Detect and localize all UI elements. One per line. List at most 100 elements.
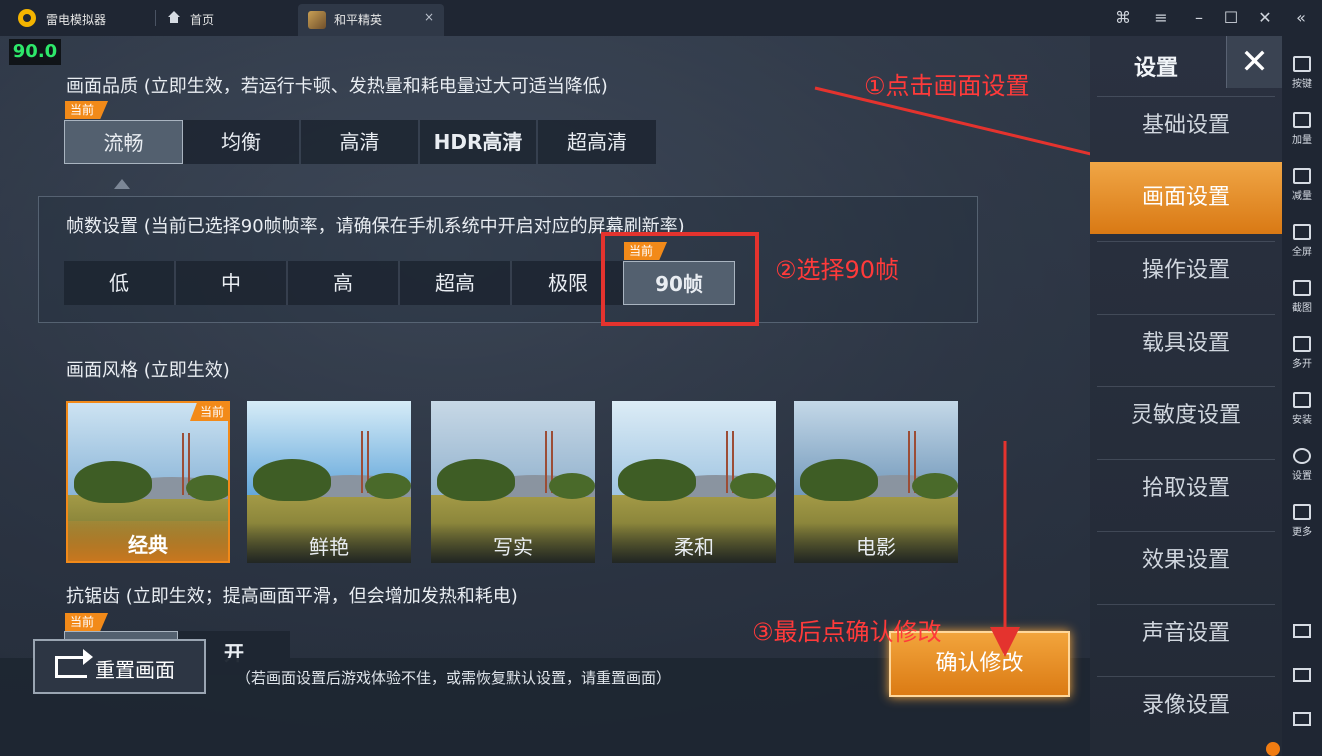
style-label-realistic: 写实	[431, 523, 595, 563]
volume-down-icon	[1293, 168, 1311, 184]
maximize-icon[interactable]: ☐	[1220, 7, 1242, 29]
game-tab[interactable]: 和平精英 ×	[298, 4, 444, 36]
style-title: 画面风格 (立即生效)	[66, 360, 230, 381]
quality-option-hdr[interactable]: HDR高清	[420, 120, 538, 164]
fullscreen-icon	[1293, 224, 1311, 240]
fullscreen-button[interactable]: 全屏	[1282, 216, 1322, 272]
style-card-classic[interactable]: 当前 经典	[66, 401, 230, 563]
keyboard-icon	[1293, 56, 1311, 72]
nav-item-controls[interactable]: 操作设置	[1097, 241, 1275, 299]
annotation-step-2: ②选择90帧	[775, 256, 900, 284]
emulator-toolbar: 按键 加量 减量 全屏 截图 多开 安装 设置 更多	[1282, 36, 1322, 756]
back-icon[interactable]	[1293, 624, 1311, 638]
android-home-icon[interactable]	[1293, 668, 1311, 682]
multi-instance-icon	[1293, 336, 1311, 352]
install-icon	[1293, 392, 1311, 408]
framerate-option-low[interactable]: 低	[64, 261, 176, 305]
gamepad-icon[interactable]: ⌘	[1112, 7, 1134, 29]
nav-item-recording[interactable]: 录像设置	[1097, 676, 1275, 734]
annotation-step-1: ①点击画面设置	[864, 72, 1030, 100]
style-label-vivid: 鲜艳	[247, 523, 411, 563]
style-card-cinematic[interactable]: 电影	[794, 401, 958, 563]
ldplayer-logo-icon	[18, 9, 36, 27]
style-preview-tree	[730, 473, 776, 499]
reset-icon	[55, 649, 93, 678]
volume-up-label: 加量	[1292, 135, 1312, 146]
screenshot-icon	[1293, 280, 1311, 296]
settings-close-icon[interactable]: ✕	[1226, 36, 1282, 88]
reset-graphics-button[interactable]: 重置画面	[33, 639, 206, 694]
style-card-realistic[interactable]: 写实	[431, 401, 595, 563]
volume-up-icon	[1293, 112, 1311, 128]
nav-item-vehicle[interactable]: 载具设置	[1097, 314, 1275, 372]
game-tab-label: 和平精英	[334, 13, 383, 27]
volume-down-label: 减量	[1292, 191, 1312, 202]
fullscreen-label: 全屏	[1292, 247, 1312, 258]
tab-close-icon[interactable]: ×	[424, 10, 434, 24]
antialias-current-tag: 当前	[65, 613, 109, 631]
recent-apps-icon[interactable]	[1293, 712, 1311, 726]
more-icon	[1293, 504, 1311, 520]
menu-icon[interactable]: ≡	[1150, 7, 1172, 29]
close-icon[interactable]: ✕	[1254, 7, 1276, 29]
screenshot-button[interactable]: 截图	[1282, 272, 1322, 328]
nav-item-pickup[interactable]: 拾取设置	[1097, 459, 1275, 517]
reset-hint-text: （若画面设置后游戏体验不佳，或需恢复默认设置，请重置画面）	[236, 669, 672, 687]
settings-nav: 设置 ✕ 基础设置 画面设置 操作设置 载具设置 灵敏度设置 拾取设置 效果设置…	[1090, 36, 1282, 756]
nav-item-graphics[interactable]: 画面设置	[1090, 162, 1282, 234]
quality-current-tag: 当前	[65, 101, 109, 119]
notification-dot	[1266, 742, 1280, 756]
emulator-titlebar: 雷电模拟器 首页 和平精英 × ⌘ ≡ – ☐ ✕ «	[0, 0, 1322, 36]
style-preview-tree	[74, 461, 152, 503]
quality-option-hd[interactable]: 高清	[301, 120, 420, 164]
quality-option-ultra-hd[interactable]: 超高清	[538, 120, 656, 164]
more-button[interactable]: 更多	[1282, 496, 1322, 552]
highlight-box-90fps	[601, 232, 759, 326]
app-name: 雷电模拟器	[46, 13, 107, 27]
graphics-settings-panel: 画面品质 (立即生效，若运行卡顿、发热量和耗电量过大可适当降低) 当前 流畅 均…	[0, 36, 1090, 756]
style-preview-tree	[365, 473, 411, 499]
multi-instance-button[interactable]: 多开	[1282, 328, 1322, 384]
gear-icon	[1293, 448, 1311, 464]
game-icon	[308, 11, 326, 29]
fps-counter: 90.0	[9, 39, 61, 65]
nav-item-sound[interactable]: 声音设置	[1097, 604, 1275, 662]
keymap-button[interactable]: 按键	[1282, 48, 1322, 104]
keymap-label: 按键	[1292, 79, 1312, 90]
quality-option-balanced[interactable]: 均衡	[183, 120, 301, 164]
titlebar-divider	[155, 10, 156, 26]
screenshot-label: 截图	[1292, 303, 1312, 314]
style-label-classic: 经典	[68, 521, 228, 561]
volume-up-button[interactable]: 加量	[1282, 104, 1322, 160]
more-label: 更多	[1292, 527, 1312, 538]
multi-instance-label: 多开	[1292, 359, 1312, 370]
quality-option-smooth[interactable]: 流畅	[64, 120, 183, 164]
volume-down-button[interactable]: 减量	[1282, 160, 1322, 216]
home-icon[interactable]	[166, 9, 182, 25]
reset-graphics-label: 重置画面	[95, 658, 175, 682]
style-card-vivid[interactable]: 鲜艳	[247, 401, 411, 563]
style-card-soft[interactable]: 柔和	[612, 401, 776, 563]
style-preview-tree	[437, 459, 515, 501]
home-tab-label[interactable]: 首页	[190, 11, 214, 28]
collapse-sidebar-icon[interactable]: «	[1290, 7, 1312, 29]
nav-item-sensitivity[interactable]: 灵敏度设置	[1097, 386, 1275, 444]
style-preview-tree	[912, 473, 958, 499]
nav-item-effects[interactable]: 效果设置	[1097, 531, 1275, 589]
antialias-title: 抗锯齿 (立即生效；提高画面平滑，但会增加发热和耗电)	[66, 586, 518, 607]
nav-item-basic[interactable]: 基础设置	[1097, 96, 1275, 154]
quality-title: 画面品质 (立即生效，若运行卡顿、发热量和耗电量过大可适当降低)	[66, 76, 608, 97]
framerate-options: 低 中 高 超高 极限	[64, 261, 624, 305]
settings-title: 设置	[1134, 56, 1179, 81]
style-preview-tree	[549, 473, 595, 499]
framerate-option-high[interactable]: 高	[288, 261, 400, 305]
minimize-icon[interactable]: –	[1188, 7, 1210, 29]
emulator-settings-button[interactable]: 设置	[1282, 440, 1322, 496]
framerate-option-ultra[interactable]: 超高	[400, 261, 512, 305]
style-preview-tree	[800, 459, 878, 501]
style-preview-tree	[186, 475, 228, 501]
style-preview-tree	[253, 459, 331, 501]
install-apk-button[interactable]: 安装	[1282, 384, 1322, 440]
emulator-settings-label: 设置	[1292, 471, 1312, 482]
framerate-option-medium[interactable]: 中	[176, 261, 288, 305]
